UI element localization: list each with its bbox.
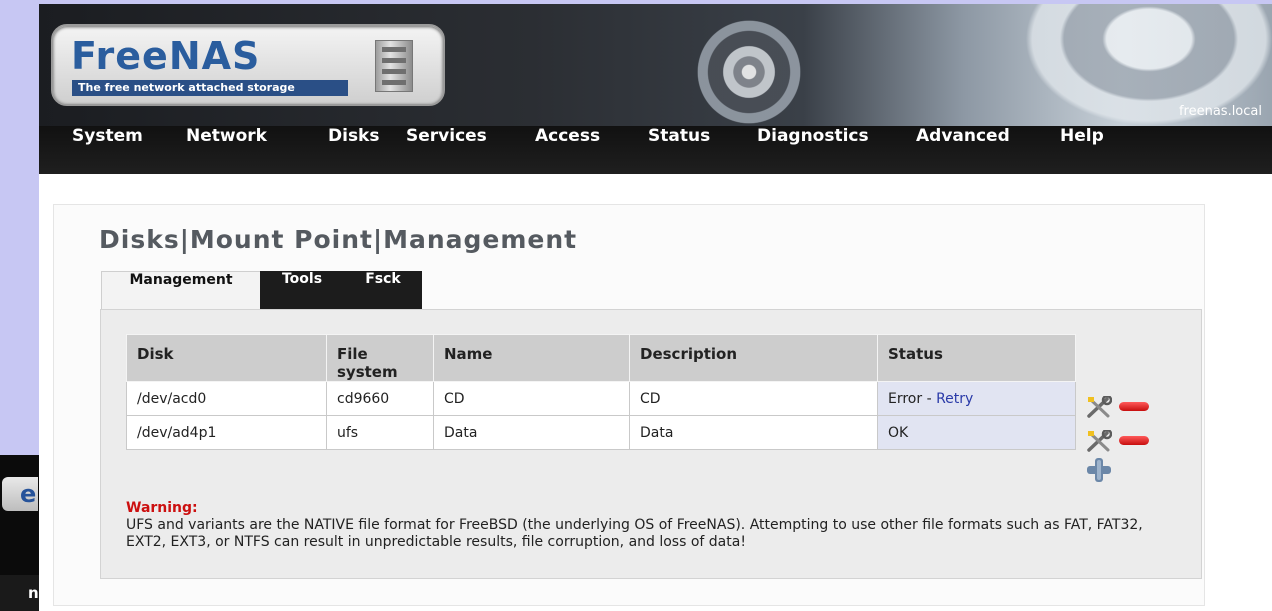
header-disk: Disk	[126, 334, 327, 382]
background-logo-fragment: e	[2, 477, 38, 511]
nav-help[interactable]: Help	[1060, 126, 1104, 146]
tab-management[interactable]: Management	[101, 271, 261, 310]
cell-status: OK	[877, 415, 1076, 450]
nav-services[interactable]: Services	[406, 126, 487, 146]
tab-tools[interactable]: Tools	[260, 271, 344, 309]
table-header-row: Disk File system Name Description Status	[126, 334, 1076, 382]
warning-title: Warning:	[126, 500, 198, 516]
nav-system[interactable]: System	[72, 126, 143, 146]
tab-fsck[interactable]: Fsck	[344, 271, 422, 309]
cell-disk: /dev/acd0	[126, 381, 327, 416]
add-icon[interactable]	[1086, 457, 1112, 483]
logo-title: FreeNAS	[71, 34, 261, 78]
cell-description: Data	[629, 415, 878, 450]
cell-description: CD	[629, 381, 878, 416]
header-file-system: File system	[326, 334, 434, 382]
disk-spindle-graphic	[689, 12, 809, 126]
status-text: Error	[888, 390, 923, 407]
header-status: Status	[877, 334, 1076, 382]
nav-advanced[interactable]: Advanced	[916, 126, 1010, 146]
server-icon	[375, 40, 413, 92]
tools-icon[interactable]	[1086, 396, 1112, 418]
cell-name: CD	[433, 381, 630, 416]
background-window: e n	[0, 455, 40, 611]
cell-status: Error - Retry	[877, 381, 1076, 416]
header-description: Description	[629, 334, 878, 382]
nav-status[interactable]: Status	[648, 126, 710, 146]
nav-access[interactable]: Access	[535, 126, 600, 146]
remove-icon[interactable]	[1119, 402, 1149, 411]
logo-tagline: The free network attached storage	[72, 80, 348, 96]
management-box: Disk File system Name Description Status …	[100, 309, 1202, 579]
warning-text: UFS and variants are the NATIVE file for…	[126, 517, 1143, 550]
background-nav-fragment: n	[0, 575, 40, 611]
table-row: /dev/acd0 cd9660 CD CD Error - Retry	[126, 381, 1076, 416]
cell-name: Data	[433, 415, 630, 450]
cell-file-system: ufs	[326, 415, 434, 450]
hostname-label: freenas.local	[1178, 104, 1262, 119]
cell-file-system: cd9660	[326, 381, 434, 416]
page-title: Disks|Mount Point|Management	[99, 225, 578, 254]
header-banner: FreeNAS The free network attached storag…	[39, 4, 1272, 126]
content-panel: Disks|Mount Point|Management Management …	[53, 204, 1205, 606]
freenas-webgui: FreeNAS The free network attached storag…	[39, 4, 1272, 611]
table-row: /dev/ad4p1 ufs Data Data OK	[126, 415, 1076, 450]
retry-link[interactable]: Retry	[936, 391, 973, 407]
cell-disk: /dev/ad4p1	[126, 415, 327, 450]
nav-diagnostics[interactable]: Diagnostics	[757, 126, 869, 146]
header-name: Name	[433, 334, 630, 382]
tools-icon[interactable]	[1086, 430, 1112, 452]
mount-point-table: Disk File system Name Description Status …	[126, 334, 1076, 450]
nav-disks[interactable]: Disks	[328, 126, 379, 146]
nav-network[interactable]: Network	[186, 126, 267, 146]
freenas-logo[interactable]: FreeNAS The free network attached storag…	[51, 24, 445, 106]
main-nav: System Network Disks Services Access Sta…	[39, 126, 1272, 174]
remove-icon[interactable]	[1119, 436, 1149, 445]
